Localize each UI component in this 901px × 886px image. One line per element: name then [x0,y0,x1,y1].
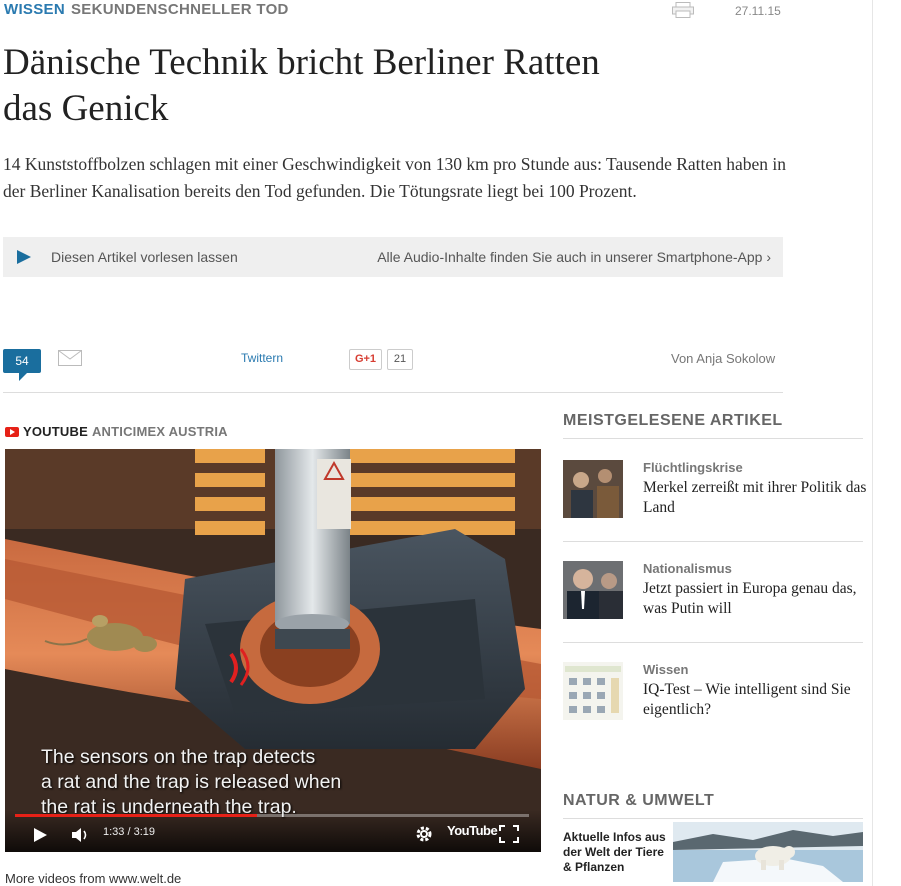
divider [563,541,863,542]
audio-app-link[interactable]: Alle Audio-Inhalte finden Sie auch in un… [377,249,771,265]
item-title[interactable]: IQ-Test – Wie intelligent sind Sie eigen… [643,680,868,720]
divider [563,438,863,439]
section-link[interactable]: WISSEN [4,1,65,18]
article-thumbnail [563,460,623,518]
most-read-heading: MEISTGELESENE ARTIKEL [563,412,783,429]
video-player[interactable]: The sensors on the trap detects a rat an… [5,449,541,852]
item-title[interactable]: Merkel zerreißt mit ihrer Politik das La… [643,478,868,518]
audio-label[interactable]: Diesen Artikel vorlesen lassen [51,249,238,265]
comment-count-badge[interactable]: 54 [3,349,41,381]
video-channel[interactable]: ANTICIMEX AUSTRIA [92,424,228,439]
video-time: 1:33 / 3:19 [103,826,155,838]
item-category: Wissen [643,662,689,677]
article-lead: 14 Kunststoffbolzen schlagen mit einer G… [3,154,787,201]
item-category: Nationalismus [643,561,732,576]
print-icon[interactable] [672,2,694,18]
article-thumbnail [563,561,623,619]
article-author: Von Anja Sokolow [671,351,776,366]
divider [563,642,863,643]
video-controls: 1:33 / 3:19 YouTube [5,810,541,852]
divider [3,392,783,393]
volume-icon[interactable] [71,827,91,843]
article-thumbnail [563,662,623,720]
polar-bear-image [673,822,863,882]
article-headline: Dänische Technik bricht Berliner Ratten … [3,42,600,129]
more-videos-link[interactable]: More videos from www.welt.de [5,871,181,886]
twitter-share-link[interactable]: Twittern [241,351,283,365]
item-category: Flüchtlingskrise [643,460,743,475]
youtube-icon [5,426,19,437]
video-subtitle: The sensors on the trap detects a rat an… [41,746,342,818]
settings-gear-icon[interactable] [415,825,433,843]
item-title[interactable]: Jetzt passiert in Europa genau das, was … [643,579,868,619]
youtube-logo[interactable]: YouTube [447,823,498,838]
play-button-icon[interactable] [32,827,48,843]
natur-umwelt-heading: NATUR & UMWELT [563,792,715,809]
list-item[interactable]: Nationalismus Jetzt passiert in Europa g… [563,561,863,631]
topic-label: SEKUNDENSCHNELLER TOD [70,1,289,18]
fullscreen-icon[interactable] [499,825,519,843]
page-right-divider [872,0,873,886]
natur-teaser[interactable]: Aktuelle Infos aus der Welt der Tiere & … [563,822,863,882]
mail-icon[interactable] [58,350,82,366]
list-item[interactable]: Wissen IQ-Test – Wie intelligent sind Si… [563,662,863,732]
play-icon[interactable] [17,250,31,264]
natur-teaser-text[interactable]: Aktuelle Infos aus der Welt der Tiere & … [563,830,673,875]
divider [563,818,863,819]
video-source-line: YOUTUBE ANTICIMEX AUSTRIA [5,424,228,439]
list-item[interactable]: Flüchtlingskrise Merkel zerreißt mit ihr… [563,460,866,530]
video-progress-bar[interactable] [15,814,529,817]
audio-bar[interactable]: Diesen Artikel vorlesen lassen Alle Audi… [3,237,783,277]
gplus-button[interactable]: G+1 [349,349,382,370]
article-date: 27.11.15 [735,4,781,18]
video-source: YOUTUBE [23,424,88,439]
article-kicker: WISSEN SEKUNDENSCHNELLER TOD [4,1,289,18]
gplus-count: 21 [387,349,413,370]
